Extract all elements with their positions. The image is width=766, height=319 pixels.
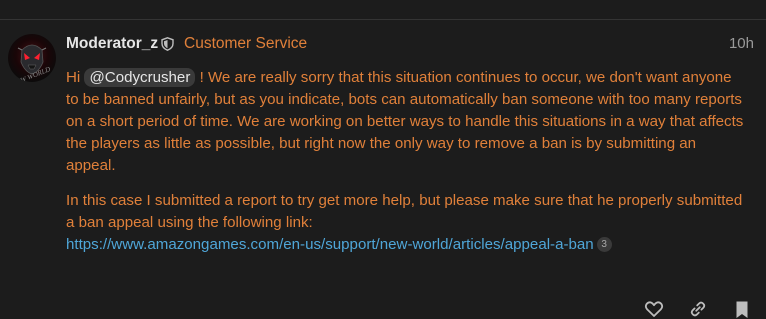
forum-post: NEW WORLD Moderator_z Customer Service 1…: [0, 0, 766, 319]
bookmark-icon: [732, 299, 752, 319]
shield-icon: [161, 37, 174, 51]
bookmark-button[interactable]: [732, 299, 752, 319]
heart-icon: [644, 299, 664, 319]
greeting-text: Hi: [66, 69, 81, 86]
post-date[interactable]: 10h: [729, 35, 754, 52]
username[interactable]: Moderator_z: [66, 35, 158, 53]
user-mention[interactable]: @Codycrusher: [84, 68, 196, 87]
link-click-count: 3: [596, 237, 612, 252]
like-button[interactable]: [644, 299, 664, 319]
share-button[interactable]: [688, 299, 708, 319]
post-paragraph: In this case I submitted a report to try…: [66, 190, 746, 256]
post-body: Hi @Codycrusher ! We are really sorry th…: [66, 67, 746, 269]
user-title: Customer Service: [184, 35, 308, 52]
avatar[interactable]: NEW WORLD: [8, 34, 56, 82]
link-icon: [688, 299, 708, 319]
paragraph-text: In this case I submitted a report to try…: [66, 192, 743, 231]
post-header: Moderator_z Customer Service 10h: [66, 33, 754, 55]
post-paragraph: Hi @Codycrusher ! We are really sorry th…: [66, 67, 746, 177]
post-actions: [642, 299, 752, 319]
divider: [0, 19, 766, 20]
appeal-link[interactable]: https://www.amazongames.com/en-us/suppor…: [66, 236, 594, 253]
